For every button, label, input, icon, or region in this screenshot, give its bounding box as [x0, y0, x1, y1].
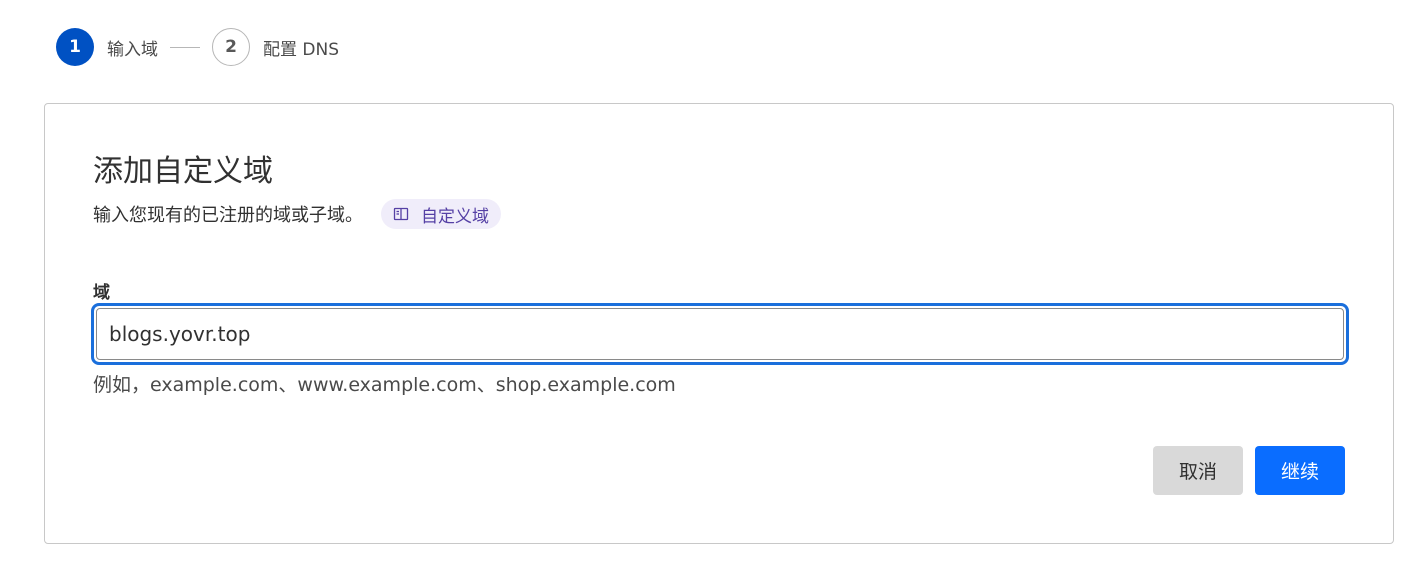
card-title: 添加自定义域 [93, 154, 273, 189]
domain-input[interactable] [96, 308, 1344, 360]
book-icon [393, 206, 409, 222]
step-1: 1 输入域 [56, 28, 158, 66]
subtitle-row: 输入您现有的已注册的域或子域。 自定义域 [93, 199, 501, 229]
step-1-label: 输入域 [107, 39, 158, 60]
domain-field-label: 域 [93, 283, 110, 303]
domain-field-hint: 例如，example.com、www.example.com、shop.exam… [93, 374, 676, 396]
card-subtitle: 输入您现有的已注册的域或子域。 [93, 205, 363, 226]
cancel-button[interactable]: 取消 [1153, 446, 1243, 495]
add-custom-domain-card: 添加自定义域 输入您现有的已注册的域或子域。 自定义域 域 例如，example… [44, 103, 1394, 544]
stepper: 1 输入域 2 配置 DNS [56, 28, 339, 66]
custom-domain-docs-link[interactable]: 自定义域 [381, 199, 501, 229]
domain-input-focus-ring [91, 303, 1349, 365]
step-2: 2 配置 DNS [212, 28, 339, 66]
step-connector [170, 46, 200, 48]
step-2-number: 2 [212, 28, 250, 66]
step-1-number: 1 [56, 28, 94, 66]
continue-button[interactable]: 继续 [1255, 446, 1345, 495]
step-2-label: 配置 DNS [263, 39, 340, 60]
docs-link-label: 自定义域 [421, 206, 489, 227]
